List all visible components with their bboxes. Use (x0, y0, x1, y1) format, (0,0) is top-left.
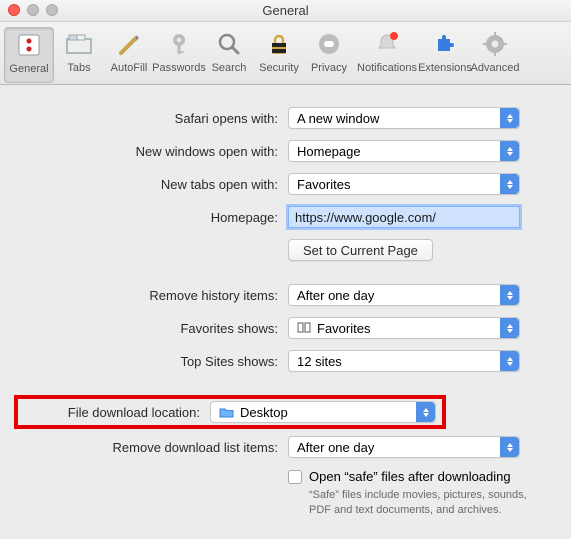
chevron-updown-icon (500, 141, 519, 161)
tab-label: AutoFill (111, 62, 148, 74)
general-icon (14, 30, 44, 60)
tab-search[interactable]: Search (204, 27, 254, 83)
tab-label: Privacy (311, 62, 347, 74)
set-current-page-button[interactable]: Set to Current Page (288, 239, 433, 261)
remove-history-select[interactable]: After one day (288, 284, 520, 306)
top-sites-label: Top Sites shows: (20, 354, 288, 369)
select-value: Desktop (240, 405, 288, 420)
puzzle-icon (430, 29, 460, 59)
select-value: A new window (297, 111, 379, 126)
homepage-label: Homepage: (20, 210, 288, 225)
select-value: After one day (297, 440, 374, 455)
window-titlebar: General (0, 0, 571, 22)
download-location-select[interactable]: Desktop (210, 401, 436, 423)
select-value: Homepage (297, 144, 361, 159)
preferences-toolbar: General Tabs AutoFill Passwords Search S… (0, 22, 571, 85)
homepage-input[interactable] (288, 206, 520, 228)
folder-icon (219, 406, 234, 418)
tab-security[interactable]: Security (254, 27, 304, 83)
autofill-icon (114, 29, 144, 59)
remove-history-label: Remove history items: (20, 288, 288, 303)
privacy-icon (314, 29, 344, 59)
key-icon (164, 29, 194, 59)
tab-notifications[interactable]: Notifications (354, 27, 420, 83)
download-location-highlight: File download location: Desktop (14, 395, 446, 429)
book-icon (297, 322, 311, 334)
tab-passwords[interactable]: Passwords (154, 27, 204, 83)
safari-opens-label: Safari opens with: (20, 111, 288, 126)
minimize-window-button[interactable] (27, 4, 39, 16)
select-value: Favorites (297, 177, 350, 192)
maximize-window-button[interactable] (46, 4, 58, 16)
safari-opens-select[interactable]: A new window (288, 107, 520, 129)
tab-label: Tabs (67, 62, 90, 74)
top-sites-select[interactable]: 12 sites (288, 350, 520, 372)
remove-downloads-select[interactable]: After one day (288, 436, 520, 458)
open-safe-files-note: “Safe” files include movies, pictures, s… (309, 484, 529, 518)
open-safe-files-checkbox[interactable] (288, 470, 302, 484)
tab-label: Extensions (418, 62, 472, 74)
gear-icon (480, 29, 510, 59)
open-safe-files-label: Open “safe” files after downloading (309, 469, 529, 484)
chevron-updown-icon (500, 351, 519, 371)
select-value: 12 sites (297, 354, 342, 369)
download-location-label: File download location: (20, 405, 210, 420)
tab-autofill[interactable]: AutoFill (104, 27, 154, 83)
tabs-icon (64, 29, 94, 59)
security-icon (264, 29, 294, 59)
new-tabs-select[interactable]: Favorites (288, 173, 520, 195)
remove-downloads-label: Remove download list items: (20, 440, 288, 455)
tab-label: Advanced (471, 62, 520, 74)
chevron-updown-icon (500, 318, 519, 338)
tab-privacy[interactable]: Privacy (304, 27, 354, 83)
select-value: After one day (297, 288, 374, 303)
tab-label: Passwords (152, 62, 206, 74)
general-preferences-pane: Safari opens with: A new window New wind… (0, 85, 571, 539)
select-value: Favorites (317, 321, 370, 336)
tab-extensions[interactable]: Extensions (420, 27, 470, 83)
window-title: General (262, 3, 308, 18)
tab-label: Security (259, 62, 299, 74)
chevron-updown-icon (500, 174, 519, 194)
favorites-shows-select[interactable]: Favorites (288, 317, 520, 339)
tab-label: General (9, 63, 48, 75)
new-windows-select[interactable]: Homepage (288, 140, 520, 162)
search-icon (214, 29, 244, 59)
favorites-shows-label: Favorites shows: (20, 321, 288, 336)
close-window-button[interactable] (8, 4, 20, 16)
chevron-updown-icon (416, 402, 435, 422)
tab-label: Search (212, 62, 247, 74)
bell-icon (372, 29, 402, 59)
tab-advanced[interactable]: Advanced (470, 27, 520, 83)
new-windows-label: New windows open with: (20, 144, 288, 159)
tab-label: Notifications (357, 62, 417, 74)
new-tabs-label: New tabs open with: (20, 177, 288, 192)
tab-tabs[interactable]: Tabs (54, 27, 104, 83)
chevron-updown-icon (500, 108, 519, 128)
chevron-updown-icon (500, 437, 519, 457)
tab-general[interactable]: General (4, 27, 54, 83)
chevron-updown-icon (500, 285, 519, 305)
